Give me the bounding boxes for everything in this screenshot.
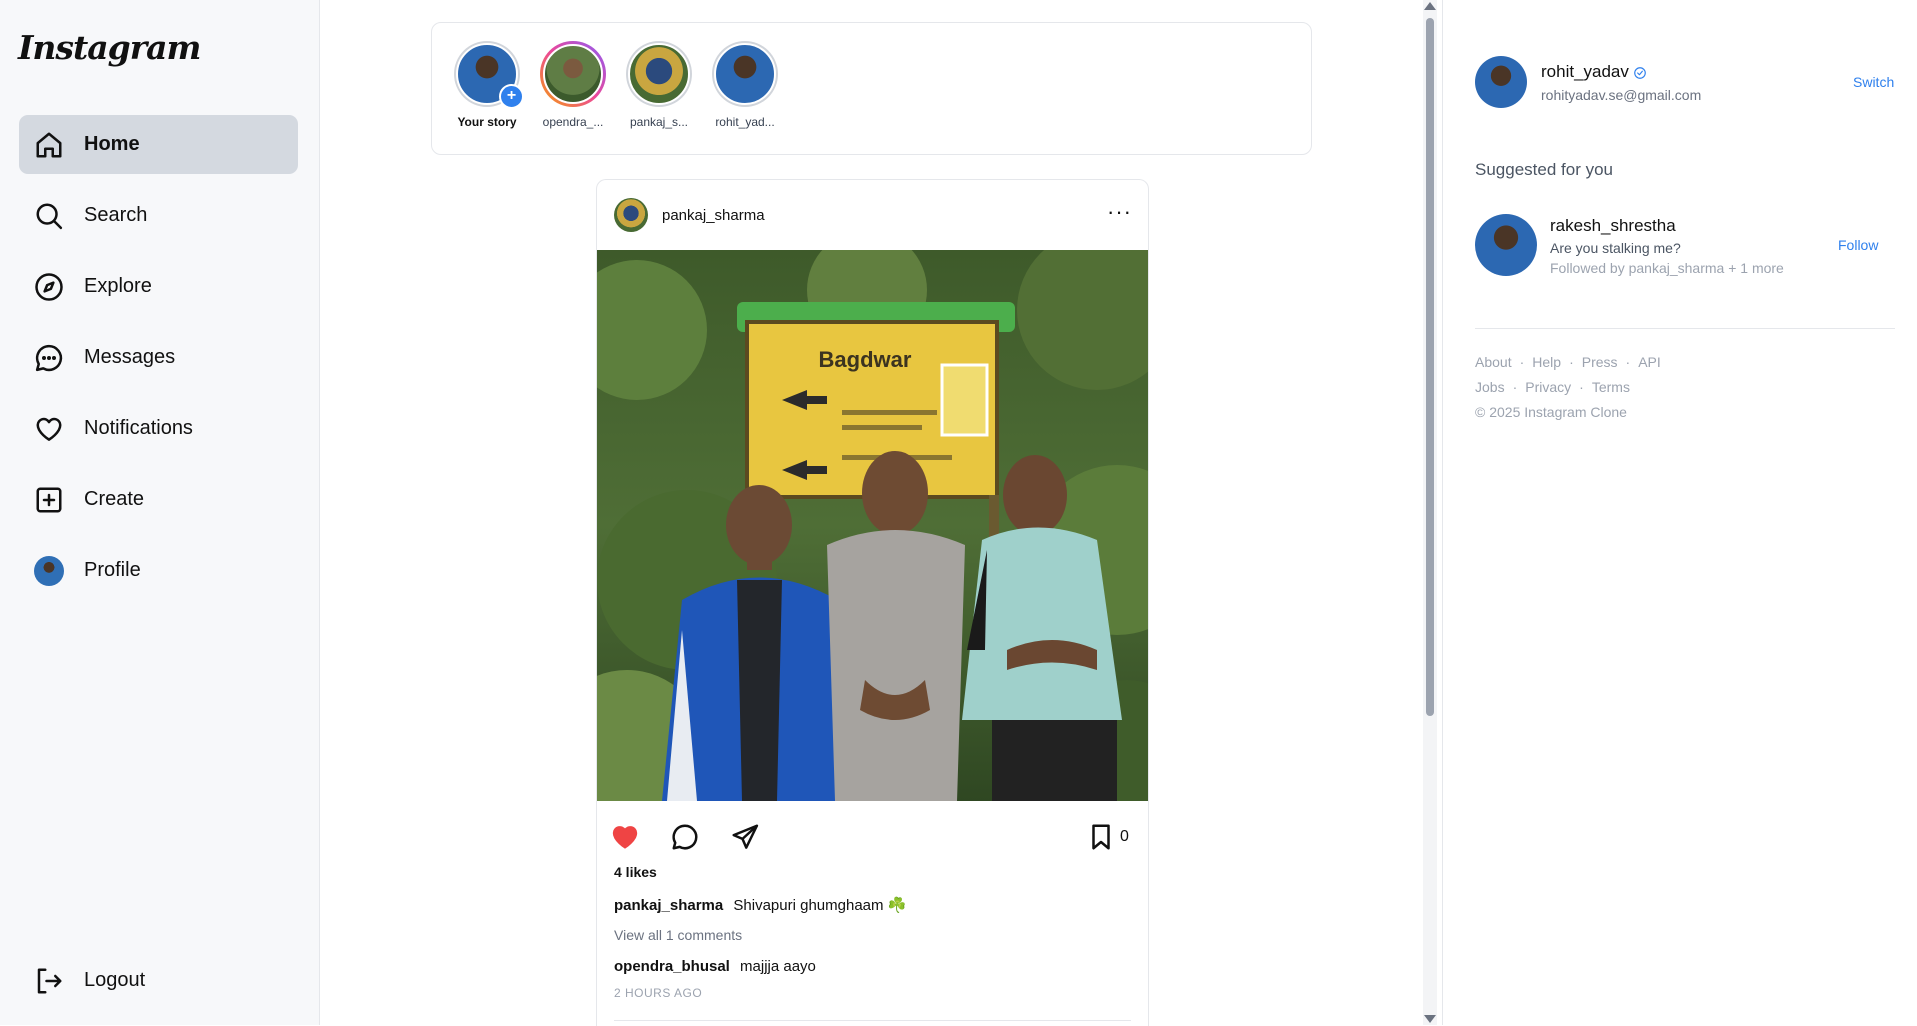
post-caption: pankaj_sharma Shivapuri ghumghaam ☘️ <box>614 896 906 914</box>
plus-square-icon <box>36 487 62 513</box>
logout-icon <box>37 968 62 994</box>
footer-link-press[interactable]: Press <box>1582 354 1618 370</box>
chat-bubble-icon <box>35 344 63 372</box>
story-item[interactable]: pankaj_s... <box>623 41 695 129</box>
story-avatar <box>714 43 776 105</box>
story-item-own[interactable]: + Your story <box>451 41 524 129</box>
separator: · <box>1519 354 1525 370</box>
logout-label: Logout <box>84 969 146 991</box>
footer-link-about[interactable]: About <box>1475 354 1512 370</box>
current-user-name[interactable]: rohit_yadav <box>1541 62 1647 82</box>
footer-link-jobs[interactable]: Jobs <box>1475 379 1505 395</box>
story-avatar <box>628 43 690 105</box>
post-header: pankaj_sharma ··· <box>597 180 1148 250</box>
story-name: pankaj_s... <box>629 115 689 129</box>
scroll-down-arrow-icon[interactable] <box>1424 1015 1436 1023</box>
post-timestamp: 2 HOURS AGO <box>614 986 703 1000</box>
bookmark-icon[interactable] <box>1086 822 1116 852</box>
sidebar-item-create[interactable]: Create <box>19 470 298 529</box>
scrollbar-thumb[interactable] <box>1426 18 1434 716</box>
story-ring <box>540 41 606 107</box>
caption-text: Shivapuri ghumghaam ☘️ <box>733 897 907 914</box>
share-send-icon[interactable] <box>730 822 760 852</box>
story-name: rohit_yad... <box>715 115 775 129</box>
logout-button[interactable]: Logout <box>19 951 298 1010</box>
divider <box>614 1020 1131 1021</box>
comment-item: opendra_bhusal majjja aayo <box>614 958 816 975</box>
separator: · <box>1579 379 1584 395</box>
sign-text: Bagdwar <box>819 347 912 372</box>
likes-count[interactable]: 4 likes <box>614 864 657 880</box>
current-user-email: rohityadav.se@gmail.com <box>1541 87 1702 103</box>
story-name: opendra_... <box>542 115 604 129</box>
profile-avatar <box>34 556 64 586</box>
story-ring: + <box>454 41 524 109</box>
sidebar-item-messages[interactable]: Messages <box>19 328 298 387</box>
scroll-up-arrow-icon[interactable] <box>1424 2 1436 10</box>
copyright: © 2025 Instagram Clone <box>1475 404 1627 420</box>
sidebar-item-label: Home <box>84 133 140 155</box>
sidebar-item-notifications[interactable]: Notifications <box>19 399 298 458</box>
suggestion-bio: Are you stalking me? <box>1550 240 1681 256</box>
search-icon <box>36 203 63 230</box>
current-user-avatar[interactable] <box>1475 56 1527 108</box>
like-heart-icon[interactable] <box>610 822 640 852</box>
story-name: Your story <box>457 115 517 129</box>
add-story-icon[interactable]: + <box>499 84 524 109</box>
footer-links: Jobs · Privacy · Terms <box>1475 379 1630 395</box>
current-username: rohit_yadav <box>1541 62 1629 81</box>
home-icon <box>36 132 62 158</box>
suggested-title: Suggested for you <box>1475 160 1613 179</box>
sidebar-item-label: Search <box>84 204 148 226</box>
instagram-logo[interactable]: Instagram <box>18 28 201 67</box>
heart-icon <box>36 417 62 441</box>
footer-link-privacy[interactable]: Privacy <box>1525 379 1571 395</box>
more-options-icon[interactable]: ··· <box>1107 199 1132 225</box>
sidebar-item-search[interactable]: Search <box>19 186 298 245</box>
sidebar-item-label: Messages <box>84 346 176 368</box>
footer-link-api[interactable]: API <box>1638 354 1661 370</box>
post-image[interactable]: Bagdwar <box>597 250 1148 801</box>
post-author-username[interactable]: pankaj_sharma <box>662 207 765 224</box>
save-count: 0 <box>1120 828 1129 845</box>
footer-link-terms[interactable]: Terms <box>1592 379 1630 395</box>
suggestion-avatar[interactable] <box>1475 214 1537 276</box>
verified-badge-icon <box>1634 66 1646 79</box>
view-comments-link[interactable]: View all 1 comments <box>614 927 742 943</box>
divider <box>1475 328 1895 329</box>
switch-account-button[interactable]: Switch <box>1853 74 1894 90</box>
sidebar-item-explore[interactable]: Explore <box>19 257 298 316</box>
suggestion-followed-by: Followed by pankaj_sharma + 1 more <box>1550 260 1784 276</box>
story-item[interactable]: opendra_... <box>537 41 609 129</box>
post-author-avatar[interactable] <box>614 198 648 232</box>
divider <box>1442 0 1443 1025</box>
footer-link-help[interactable]: Help <box>1532 354 1561 370</box>
sidebar-item-label: Explore <box>84 275 152 297</box>
footer-links: About · Help · Press · API <box>1475 354 1661 370</box>
sidebar: Instagram Home Search Explore Messages N… <box>0 0 320 1025</box>
suggestion-username[interactable]: rakesh_shrestha <box>1550 216 1676 236</box>
sidebar-item-profile[interactable]: Profile <box>19 541 298 600</box>
story-ring <box>712 41 778 107</box>
post-photo: Bagdwar <box>597 250 1148 801</box>
sidebar-item-label: Create <box>84 488 145 510</box>
post-actions: 0 <box>597 818 1148 858</box>
separator: · <box>1569 354 1574 370</box>
feed-post: pankaj_sharma ··· Bagdwar 0 4 likes pank… <box>596 179 1149 1026</box>
stories-bar: + Your story opendra_... pankaj_s... roh… <box>431 22 1312 155</box>
compass-icon <box>35 273 63 301</box>
follow-button[interactable]: Follow <box>1838 237 1878 253</box>
story-ring <box>626 41 692 107</box>
comment-icon[interactable] <box>670 822 700 852</box>
caption-username[interactable]: pankaj_sharma <box>614 897 723 914</box>
story-item[interactable]: rohit_yad... <box>709 41 781 129</box>
sidebar-item-label: Notifications <box>84 417 193 439</box>
story-avatar <box>543 44 603 104</box>
sidebar-item-label: Profile <box>84 559 141 581</box>
comment-username[interactable]: opendra_bhusal <box>614 958 730 975</box>
separator: · <box>1625 354 1631 370</box>
sidebar-item-home[interactable]: Home <box>19 115 298 174</box>
separator: · <box>1512 379 1518 395</box>
comment-text: majjja aayo <box>740 958 816 975</box>
